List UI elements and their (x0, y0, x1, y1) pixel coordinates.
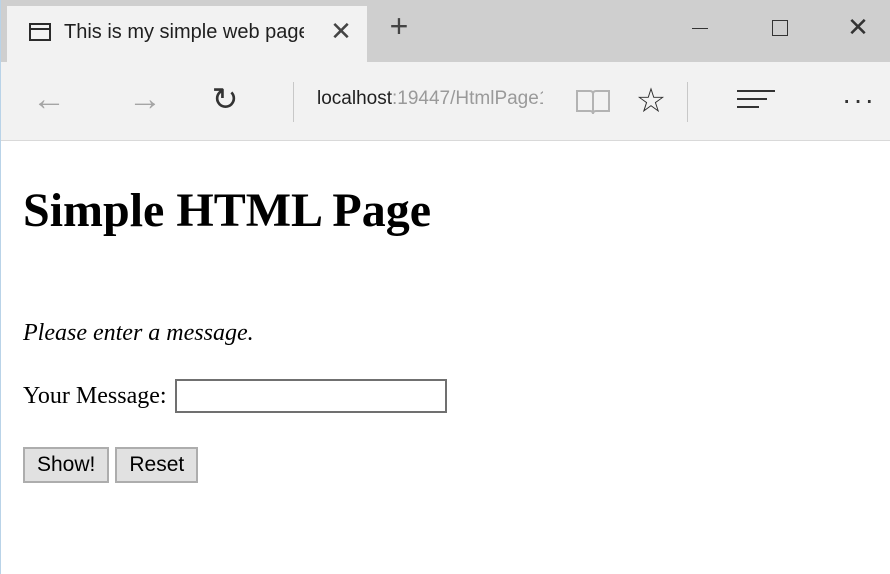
address-host: localhost (317, 88, 392, 109)
reading-view-icon[interactable] (575, 88, 611, 116)
more-icon[interactable]: ··· (835, 84, 883, 115)
address-bar[interactable]: localhost:19447/HtmlPage1.html (317, 88, 543, 110)
divider (293, 82, 294, 122)
reset-button[interactable]: Reset (115, 447, 199, 483)
show-button[interactable]: Show! (23, 447, 110, 483)
tab-strip: This is my simple web page ✕ + ✕ (1, 0, 890, 62)
message-row: Your Message: (23, 379, 447, 413)
divider (687, 82, 688, 122)
minimize-button[interactable] (677, 10, 723, 44)
page-title: Simple HTML Page (23, 184, 431, 237)
forward-icon[interactable]: → (123, 78, 167, 122)
message-input[interactable] (174, 379, 447, 413)
message-label: Your Message: (23, 382, 167, 409)
page-icon (29, 23, 51, 41)
refresh-icon[interactable]: ↻ (203, 78, 247, 122)
address-path: :19447/HtmlPage1.html (392, 88, 543, 109)
close-window-button[interactable]: ✕ (835, 10, 881, 44)
hub-icon[interactable] (737, 90, 775, 112)
favorite-star-icon[interactable]: ☆ (631, 82, 671, 122)
tab-active[interactable]: This is my simple web page ✕ (7, 6, 367, 62)
minimize-icon (692, 27, 708, 29)
instruction-text: Please enter a message. (23, 320, 254, 346)
close-tab-icon[interactable]: ✕ (325, 16, 357, 48)
back-icon[interactable]: ← (27, 78, 71, 122)
maximize-button[interactable] (757, 10, 803, 44)
page-content: Simple HTML Page Please enter a message.… (23, 141, 883, 571)
button-row: Show! Reset (23, 447, 204, 483)
navigation-bar: ← → ↻ localhost:19447/HtmlPage1.html ☆ ·… (1, 62, 890, 141)
new-tab-icon[interactable]: + (383, 10, 415, 44)
browser-window: This is my simple web page ✕ + ✕ ← → ↻ l… (0, 0, 890, 574)
tab-title: This is my simple web page (64, 21, 304, 43)
maximize-icon (772, 20, 788, 37)
